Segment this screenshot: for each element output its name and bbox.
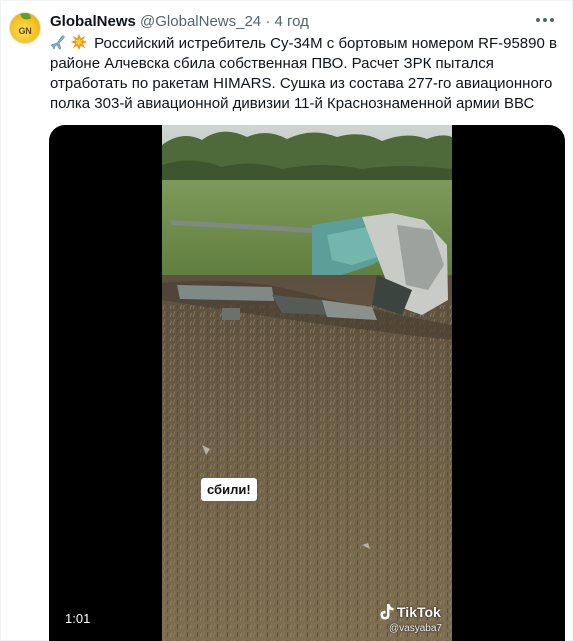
tiktok-username: @vasyaba7 xyxy=(389,623,442,634)
tiktok-watermark: TikTok xyxy=(379,603,441,621)
video-player[interactable]: сбили! 1:01 TikTok @vasyaba7 xyxy=(49,125,565,641)
tweet-text-block: Российский истребитель Су-34М с бортовым… xyxy=(50,33,562,114)
tweet-header: GlobalNews @GlobalNews_24 · 4 год xyxy=(50,13,309,31)
tiktok-label: TikTok xyxy=(397,604,441,620)
video-frame xyxy=(162,125,452,641)
leaf-icon xyxy=(19,13,32,22)
avatar[interactable]: GN xyxy=(9,12,41,44)
tiktok-logo-icon xyxy=(380,604,394,620)
tweet-time[interactable]: 4 год xyxy=(275,13,309,30)
more-icon xyxy=(536,18,554,22)
author-handle[interactable]: @GlobalNews_24 xyxy=(140,13,261,30)
tweet-text: Российский истребитель Су-34М с бортовым… xyxy=(50,35,557,112)
separator-dot: · xyxy=(265,13,271,30)
video-duration: 1:01 xyxy=(59,609,97,628)
video-caption: сбили! xyxy=(201,478,257,501)
more-options-button[interactable] xyxy=(532,9,558,31)
author-name[interactable]: GlobalNews xyxy=(50,13,136,30)
collision-icon xyxy=(70,33,88,51)
airplane-icon xyxy=(50,35,65,50)
avatar-text: GN xyxy=(18,26,32,36)
tweet-card[interactable]: GN GlobalNews @GlobalNews_24 · 4 год Рос… xyxy=(0,0,573,641)
